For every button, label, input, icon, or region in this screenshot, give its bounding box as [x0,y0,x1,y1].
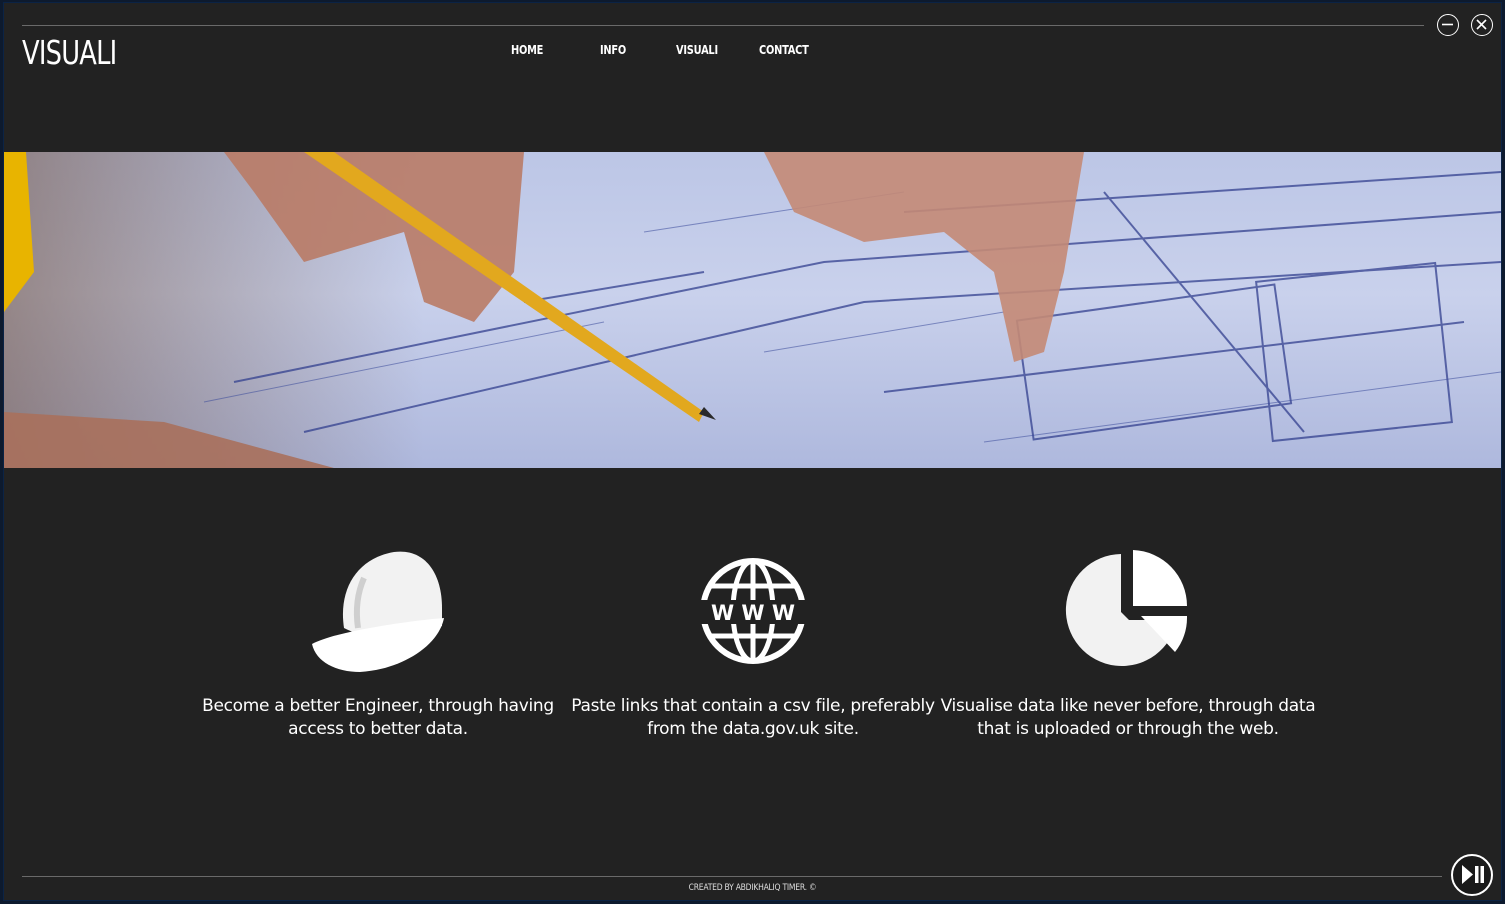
footer-credit: CREATED BY ABDIKHALIQ TIMER. © [688,883,817,893]
svg-text:W W W: W W W [711,601,795,625]
blueprint-image [4,152,1501,468]
minimize-button[interactable] [1437,14,1459,36]
feature-web-links: W W W Paste links that contain a csv fil… [563,548,943,741]
hero-image-blueprint [4,152,1501,468]
app-window: VISUALI HOME INFO VISUALI CONTACT Become… [4,3,1501,900]
header-divider [22,25,1424,26]
pie-chart-icon [938,548,1318,673]
feature-visualise-text: Visualise data like never before, throug… [940,696,1316,739]
nav-item-visuali[interactable]: VISUALI [676,43,718,57]
app-logo[interactable]: VISUALI [22,33,117,72]
close-button[interactable] [1471,14,1493,36]
footer-divider [22,876,1442,877]
globe-www-icon: W W W [563,548,943,673]
feature-engineer-text: Become a better Engineer, through having… [202,696,554,739]
feature-visualise: Visualise data like never before, throug… [938,548,1318,741]
play-pause-icon [1462,865,1484,884]
nav-item-home[interactable]: HOME [511,43,543,57]
minimize-circle-icon [1442,23,1453,26]
close-circle-icon [1476,19,1487,30]
nav-item-info[interactable]: INFO [600,43,626,57]
feature-engineer: Become a better Engineer, through having… [188,548,568,741]
hard-hat-icon [188,548,568,673]
play-pause-button[interactable] [1451,854,1493,896]
feature-web-links-text: Paste links that contain a csv file, pre… [571,696,935,739]
nav-item-contact[interactable]: CONTACT [759,43,809,57]
